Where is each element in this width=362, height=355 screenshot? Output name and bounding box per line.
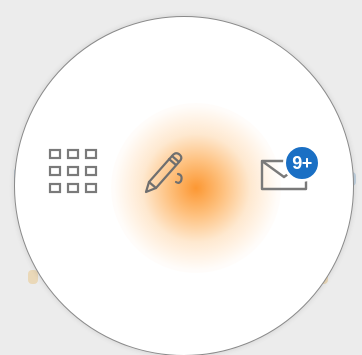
screen: 9+ xyxy=(0,0,362,355)
compose-button[interactable] xyxy=(128,136,200,208)
apps-button[interactable] xyxy=(42,140,104,202)
notification-badge: 9+ xyxy=(283,144,321,182)
pencil-icon xyxy=(136,144,192,200)
grid-icon xyxy=(47,147,99,195)
